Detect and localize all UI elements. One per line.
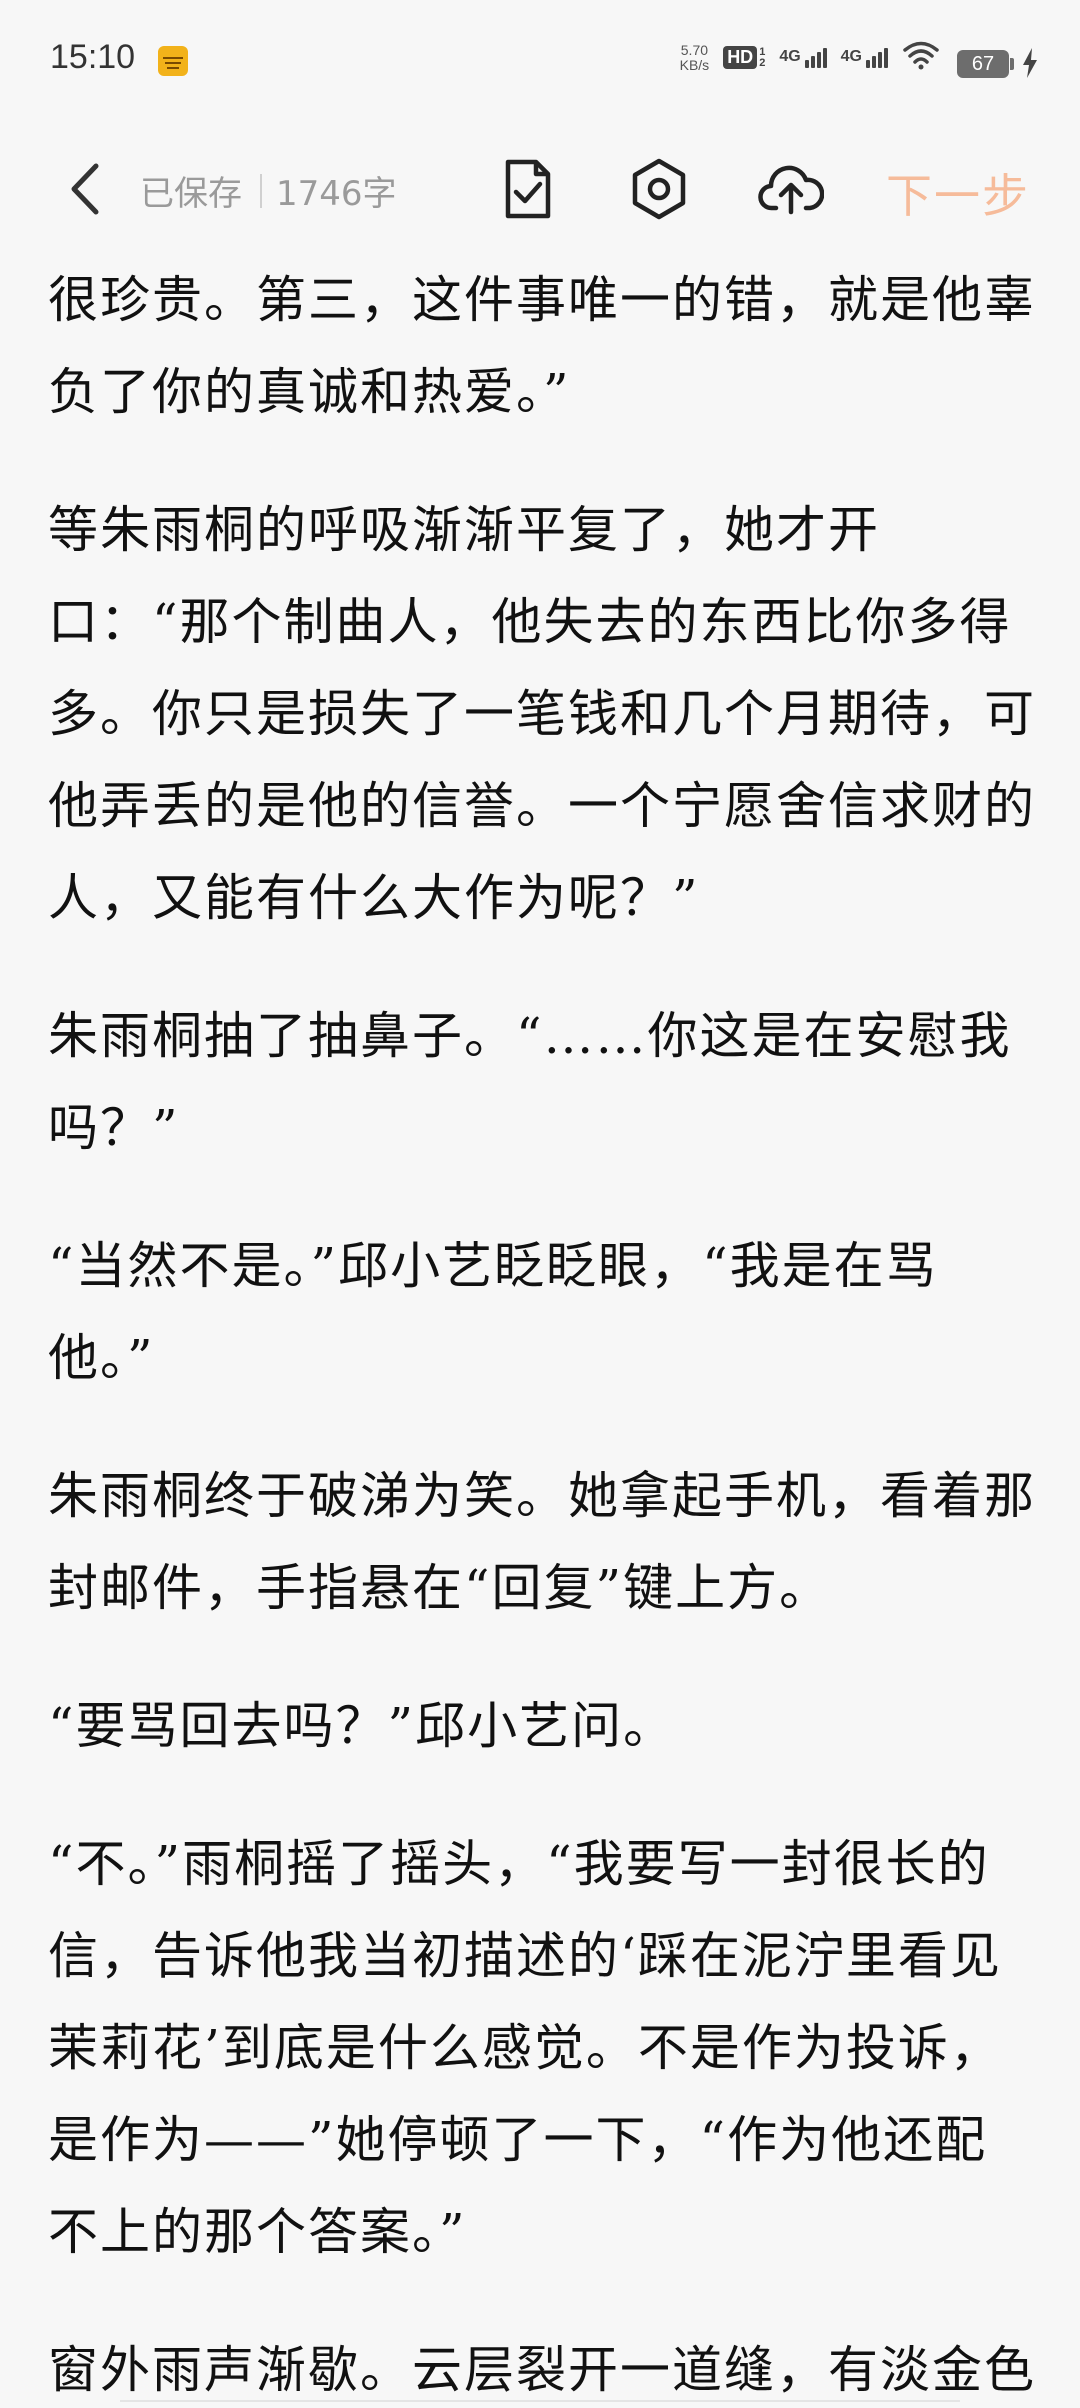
wifi-icon bbox=[902, 40, 940, 75]
signal-2-icon: 4G bbox=[840, 47, 888, 68]
next-step-button[interactable]: 下一步 bbox=[886, 160, 1030, 226]
status-indicators: 5.70 KB/s HD 1 2 4G 4G bbox=[680, 40, 940, 75]
paragraph[interactable]: 很珍贵。第三，这件事唯一的错，就是他辜负了你的真诚和热爱。” bbox=[48, 254, 1038, 438]
divider bbox=[260, 173, 262, 208]
signal-1-label: 4G bbox=[779, 47, 801, 65]
back-arrow-icon[interactable] bbox=[60, 156, 110, 222]
charging-bolt-icon bbox=[1022, 48, 1038, 82]
net-speed-value: 5.70 bbox=[680, 41, 709, 58]
cloud-upload-icon[interactable] bbox=[758, 156, 825, 222]
paragraph[interactable]: 朱雨桐终于破涕为笑。她拿起手机，看着那封邮件，手指悬在“回复”键上方。 bbox=[48, 1450, 1038, 1634]
bottom-divider bbox=[120, 2400, 960, 2408]
hd-label: HD bbox=[723, 46, 758, 69]
hd-sim-numbers: 1 2 bbox=[759, 45, 766, 69]
hd-sim-bottom: 2 bbox=[759, 56, 766, 69]
hd-voice-icon: HD 1 2 bbox=[723, 46, 765, 69]
paragraph[interactable]: “不。”雨桐摇了摇头，“我要写一封很长的信，告诉他我当初描述的‘踩在泥泞里看见茉… bbox=[48, 1818, 1038, 2278]
word-count: 1746字 bbox=[276, 174, 397, 214]
paragraph[interactable]: 窗外雨声渐歇。云层裂开一道缝，有淡金色 bbox=[48, 2324, 1038, 2394]
editor-content[interactable]: 很珍贵。第三，这件事唯一的错，就是他辜负了你的真诚和热爱。” 等朱雨桐的呼吸渐渐… bbox=[48, 254, 1038, 2394]
app-notification-icon bbox=[158, 46, 188, 76]
net-speed-unit: KB/s bbox=[679, 56, 710, 73]
status-time: 15:10 bbox=[50, 38, 136, 76]
document-check-icon[interactable] bbox=[494, 156, 560, 222]
hd-sim-top: 1 bbox=[759, 45, 766, 58]
save-status: 已保存 1746字 bbox=[140, 166, 397, 215]
signal-1-icon: 4G bbox=[779, 47, 827, 68]
settings-icon[interactable] bbox=[626, 156, 692, 222]
paragraph[interactable]: “要骂回去吗？”邱小艺问。 bbox=[48, 1680, 1038, 1772]
paragraph[interactable]: 朱雨桐抽了抽鼻子。“……你这是在安慰我吗？” bbox=[48, 990, 1038, 1174]
editor-toolbar: 已保存 1746字 下一步 bbox=[0, 140, 1080, 240]
battery-icon: 67 bbox=[957, 50, 1014, 78]
paragraph[interactable]: “当然不是。”邱小艺眨眨眼，“我是在骂他。” bbox=[48, 1220, 1038, 1404]
net-speed: 5.70 KB/s bbox=[680, 43, 710, 72]
status-bar: 15:10 5.70 KB/s HD 1 2 4G 4G 67 bbox=[0, 0, 1080, 120]
battery-level: 67 bbox=[957, 50, 1009, 78]
saved-label: 已保存 bbox=[140, 174, 242, 214]
signal-2-label: 4G bbox=[840, 47, 862, 65]
paragraph[interactable]: 等朱雨桐的呼吸渐渐平复了，她才开口：“那个制曲人，他失去的东西比你多得多。你只是… bbox=[48, 484, 1038, 944]
